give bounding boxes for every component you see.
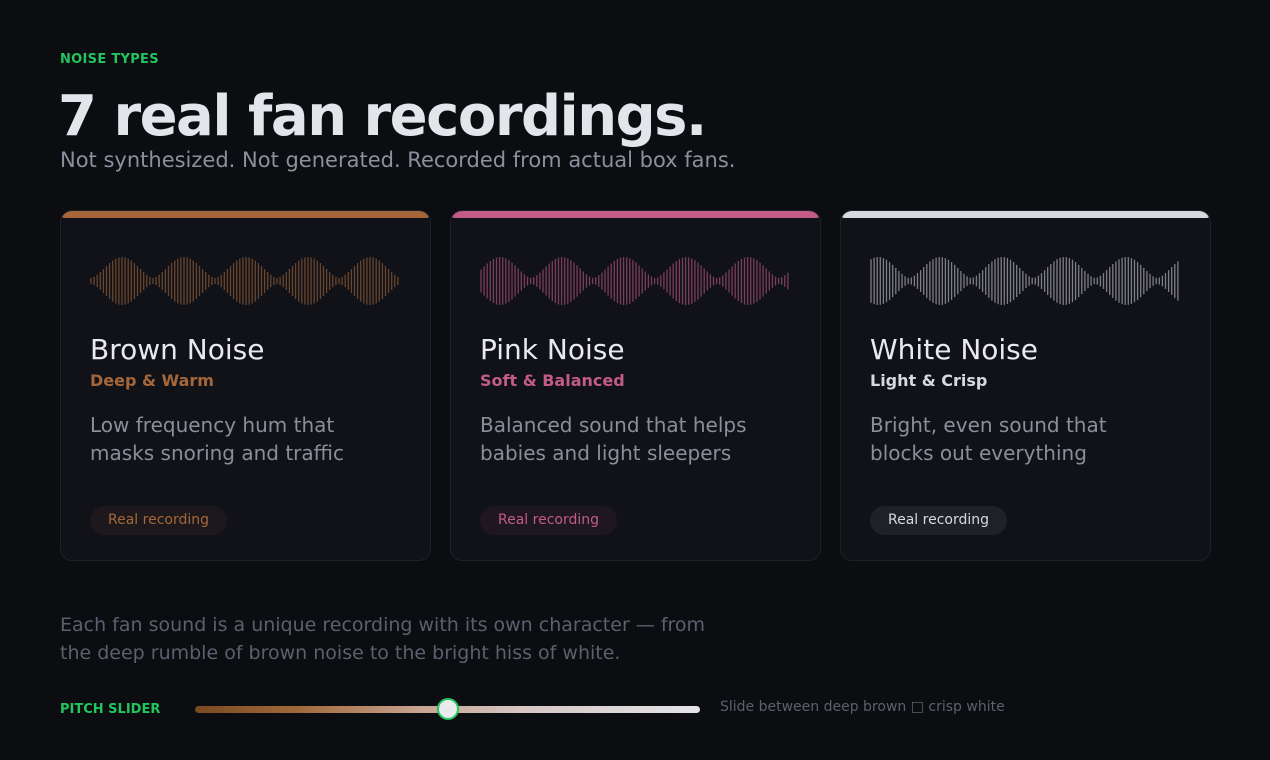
page-title: 7 real fan recordings. (58, 84, 707, 149)
real-recording-badge: Real recording (90, 506, 228, 535)
card-title: White Noise (870, 333, 1038, 366)
card-description: Bright, even sound that blocks out every… (870, 413, 1107, 465)
noise-card-brown[interactable]: Brown Noise Deep & Warm Low frequency hu… (60, 210, 431, 561)
pitch-slider-hint: Slide between deep brown □ crisp white (720, 699, 1005, 715)
noise-card-white[interactable]: White Noise Light & Crisp Bright, even s… (840, 210, 1211, 561)
noise-types-section: NOISE TYPES 7 real fan recordings. Not s… (0, 0, 1270, 760)
card-description: Balanced sound that helps babies and lig… (480, 413, 747, 465)
pitch-slider-handle[interactable] (436, 698, 459, 720)
card-tagline: Deep & Warm (90, 371, 214, 390)
card-title: Pink Noise (480, 333, 625, 366)
noise-card-pink[interactable]: Pink Noise Soft & Balanced Balanced soun… (450, 210, 821, 561)
section-eyebrow: NOISE TYPES (60, 52, 159, 67)
real-recording-badge: Real recording (480, 506, 618, 535)
card-accent-bar (61, 211, 430, 218)
waveform-icon (90, 257, 399, 305)
card-tagline: Soft & Balanced (480, 371, 625, 390)
waveform-icon (480, 257, 789, 305)
card-accent-bar (841, 211, 1210, 218)
waveform-icon (870, 257, 1179, 305)
card-title: Brown Noise (90, 333, 265, 366)
page-subtitle: Not synthesized. Not generated. Recorded… (60, 148, 736, 172)
footer-description: Each fan sound is a unique recording wit… (60, 614, 706, 664)
card-description: Low frequency hum that masks snoring and… (90, 413, 344, 465)
card-tagline: Light & Crisp (870, 371, 988, 390)
card-accent-bar (451, 211, 820, 218)
pitch-slider-label: PITCH SLIDER (60, 702, 161, 717)
real-recording-badge: Real recording (870, 506, 1008, 535)
